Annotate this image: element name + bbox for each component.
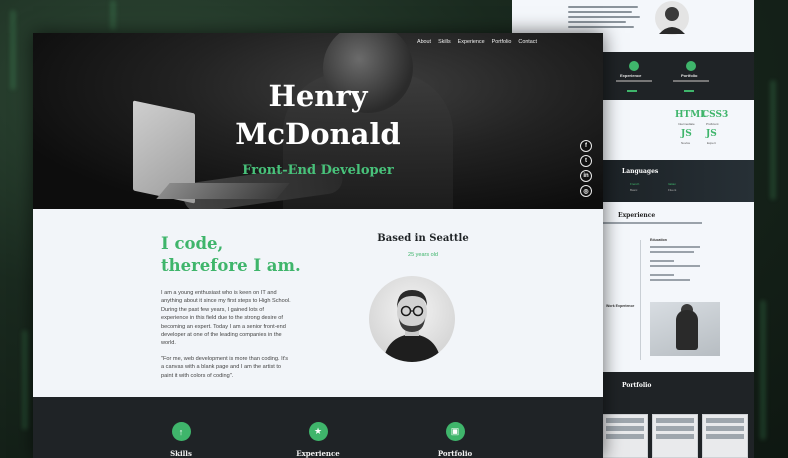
- section-title: Portfolio: [622, 382, 652, 389]
- name-first: Henry: [268, 79, 368, 113]
- location-heading: Based in Seattle: [377, 233, 469, 244]
- twitter-icon[interactable]: t: [580, 155, 592, 167]
- skill-level: Novice: [681, 141, 691, 145]
- service-label: Portfolio: [437, 449, 473, 458]
- motto-heading: I code, therefore I am.: [161, 233, 321, 277]
- languages-preview: Languages French Basic Italian Fluent: [602, 160, 754, 202]
- about-section: I code, therefore I am. I am a young ent…: [33, 209, 603, 397]
- services-section: ↑ Skills ★ Experience ▣ Portfolio: [33, 397, 603, 458]
- bio-paragraph: I am a young enthusiast who is keen on I…: [161, 290, 291, 347]
- top-nav: About Skills Experience Portfolio Contac…: [417, 39, 537, 45]
- portrait-photo: [369, 276, 455, 362]
- card-label: Experience: [620, 73, 642, 78]
- motto-line: I code,: [161, 234, 224, 253]
- portfolio-main-page: About Skills Experience Portfolio Contac…: [33, 33, 603, 458]
- service-label: Experience: [296, 449, 340, 458]
- language-level: Basic: [630, 188, 638, 192]
- linkedin-icon[interactable]: in: [580, 170, 592, 182]
- work-photo: [650, 302, 720, 356]
- experience-preview: Experience Education Work Experience: [602, 202, 754, 372]
- nav-experience[interactable]: Experience: [458, 39, 485, 45]
- nav-about[interactable]: About: [417, 39, 431, 45]
- avatar: [655, 1, 689, 35]
- language-name: French: [630, 182, 640, 186]
- skills-preview: HTML Intermediate CSS3 Proficient JS Nov…: [602, 100, 754, 160]
- skill-level: Intermediate: [678, 122, 695, 126]
- facebook-icon[interactable]: f: [580, 140, 592, 152]
- hero-role: Front-End Developer: [242, 163, 394, 178]
- portfolio-preview: Portfolio: [602, 372, 754, 458]
- bio-text: I am a young enthusiast who is keen on I…: [161, 289, 291, 387]
- social-links: f t in ◎: [580, 140, 592, 197]
- language-level: Fluent: [668, 188, 677, 192]
- bio-quote: "For me, web development is more than co…: [161, 355, 289, 379]
- name-last: McDonald: [235, 117, 401, 151]
- service-skills[interactable]: ↑ Skills: [151, 422, 211, 458]
- motto-line: therefore I am.: [161, 256, 301, 275]
- briefcase-icon: ▣: [445, 422, 465, 441]
- skill-level: Proficient: [706, 122, 719, 126]
- work-label: Work Experience: [606, 304, 635, 308]
- hero-section: About Skills Experience Portfolio Contac…: [33, 33, 603, 209]
- nav-contact[interactable]: Contact: [518, 39, 537, 45]
- service-label: Skills: [170, 449, 192, 458]
- skill-name: JS: [706, 129, 717, 139]
- hero-name: Henry McDonald: [33, 77, 603, 153]
- card-label: Portfolio: [681, 73, 698, 78]
- education-label: Education: [650, 238, 667, 242]
- star-icon: ★: [308, 422, 328, 441]
- section-title: Languages: [622, 168, 659, 175]
- nav-skills[interactable]: Skills: [438, 39, 451, 45]
- service-portfolio[interactable]: ▣ Portfolio: [425, 422, 485, 458]
- skill-name: CSS3: [702, 110, 729, 120]
- nav-portfolio[interactable]: Portfolio: [492, 39, 512, 45]
- instagram-icon[interactable]: ◎: [580, 185, 592, 197]
- arrow-up-icon: ↑: [171, 422, 191, 441]
- section-title: Experience: [618, 212, 656, 219]
- age-text: 25 years old: [408, 252, 438, 258]
- skill-level: Expert: [707, 141, 716, 145]
- service-experience[interactable]: ★ Experience: [288, 422, 348, 458]
- language-name: Italian: [668, 182, 677, 186]
- skill-name: JS: [681, 129, 692, 139]
